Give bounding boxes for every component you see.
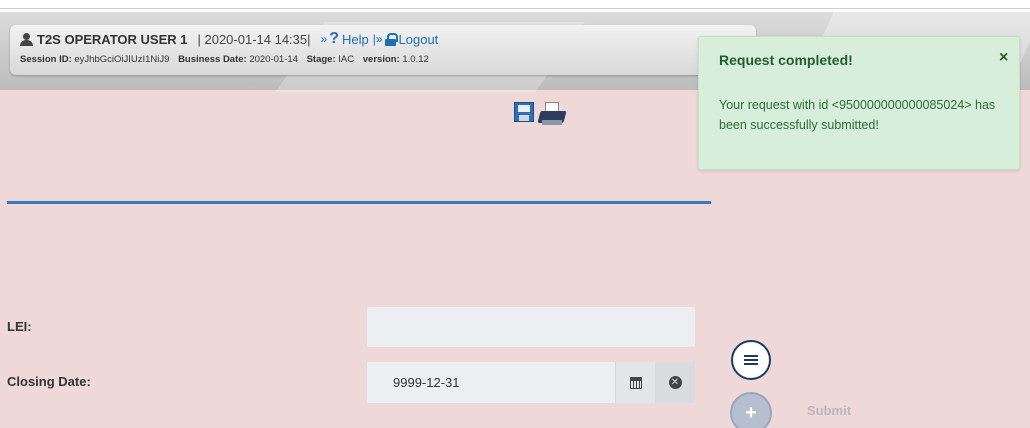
clear-circle-icon: ✕ [668,376,682,389]
version-value: 1.0.12 [402,54,429,65]
submit-button[interactable]: Submit [807,403,851,418]
session-id-label: Session ID: [20,54,72,65]
business-date-label: Business Date: [178,54,247,65]
user-info-line: T2S OPERATOR USER 1 | 2020-01-14 14:35| … [20,30,439,48]
notification-message: Your request with id <950000000000085024… [719,98,996,132]
help-label: Help [341,31,369,47]
add-button[interactable]: + [730,392,772,428]
top-strip [0,0,1030,12]
help-link[interactable]: ? Help [329,30,369,48]
stage-label: Stage: [306,54,336,65]
closing-date-group: ✕ [367,362,695,403]
question-icon: ? [329,30,339,47]
calendar-button[interactable] [615,362,655,403]
printer-icon[interactable] [536,102,567,126]
lei-label: LEI: [7,319,32,334]
lock-icon [384,32,398,46]
session-id-value: eyJhbGciOiJIUzI1NiJ9 [74,54,170,65]
stage-value: IAC [338,54,355,65]
link-separator: » [320,32,328,46]
link-separator: |» [372,32,383,46]
top-divider [0,8,1030,9]
closing-date-label: Closing Date: [7,374,91,389]
user-icon [20,32,33,46]
floppy-disk-icon[interactable] [514,102,534,122]
clear-date-button[interactable]: ✕ [655,362,695,403]
session-info-line: Session ID: eyJhbGciOiJIUzI1NiJ9 Busines… [20,54,429,65]
list-button[interactable] [731,340,771,380]
lei-input[interactable] [367,307,695,347]
closing-date-input[interactable] [367,362,615,403]
business-date-value: 2020-01-14 [249,54,298,65]
close-icon[interactable]: × [999,49,1008,67]
section-divider [7,201,711,204]
user-name: T2S OPERATOR USER 1 [37,31,188,47]
version-label: version: [362,54,400,65]
logout-link[interactable]: Logout [384,31,439,47]
list-icon [744,355,758,365]
notification-toast: Request completed! × Your request with i… [698,36,1020,170]
calendar-icon [629,376,642,389]
datetime: | 2020-01-14 14:35| [197,31,311,47]
notification-title: Request completed! [719,52,853,68]
toolbar-icons [514,102,567,126]
logout-label: Logout [398,31,439,47]
plus-icon: + [745,401,757,424]
